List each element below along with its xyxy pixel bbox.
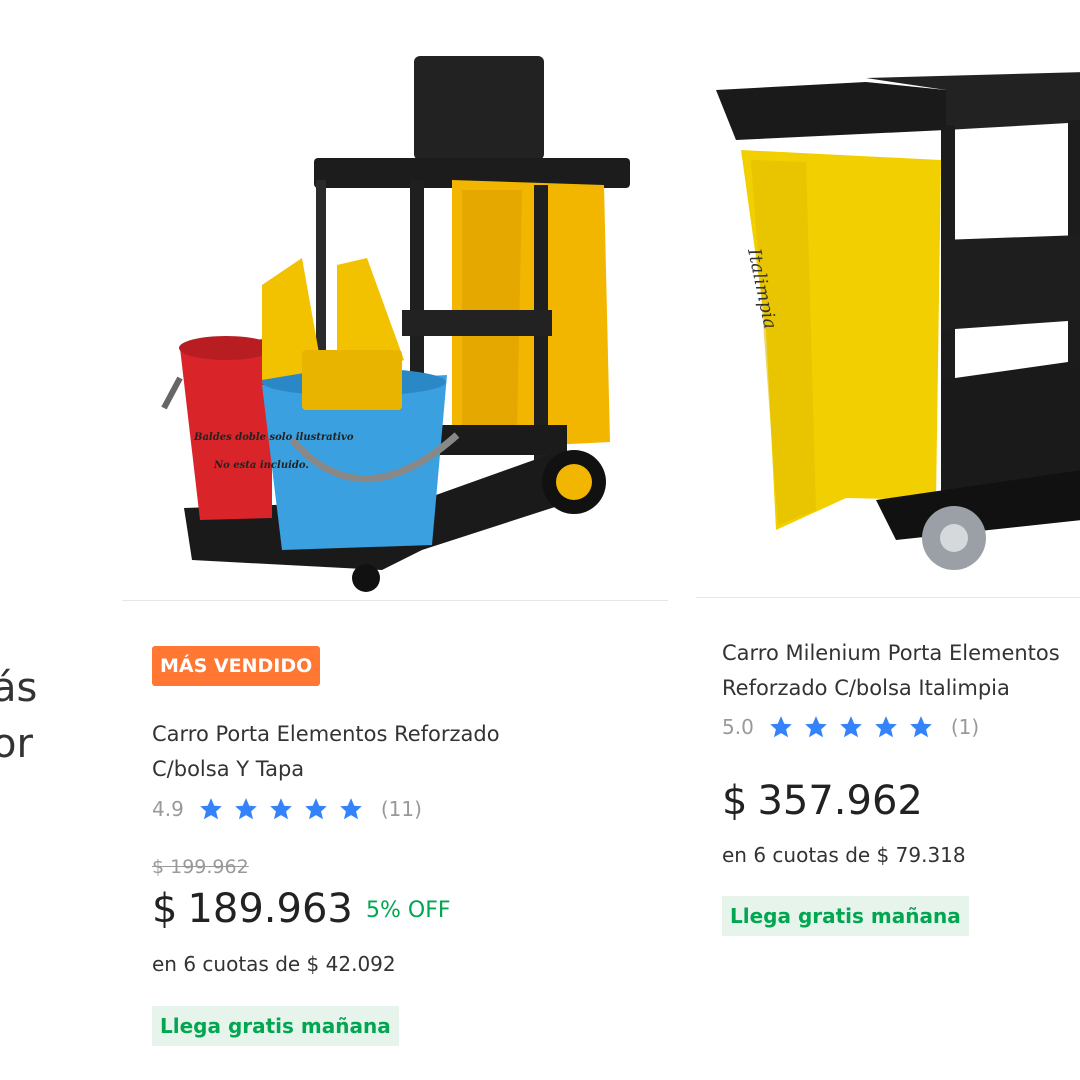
product-card[interactable]: Baldes doble solo ilustrativo No esta in… (122, 0, 668, 1080)
installments-text: en 6 cuotas de $ 79.318 (722, 843, 966, 867)
partial-text-line: ás (0, 665, 38, 711)
review-count: (1) (950, 715, 980, 739)
rating-score: 5.0 (722, 715, 754, 739)
review-count: (11) (380, 797, 422, 821)
partial-text-line: or (0, 721, 33, 767)
product-title-line: Carro Porta Elementos Reforzado (152, 722, 500, 746)
star-icon (804, 716, 827, 738)
star-icon (839, 716, 862, 738)
product-title-line: Reforzado C/bolsa Italimpia (722, 676, 1010, 700)
rating: 5.0 (1) (722, 714, 979, 740)
product-title-line: C/bolsa Y Tapa (152, 757, 305, 781)
installments-text: en 6 cuotas de $ 42.092 (152, 952, 396, 976)
product-title-line: Carro Milenium Porta Elementos (722, 641, 1060, 665)
price: $ 189.963 (152, 886, 353, 932)
price: $ 357.962 (722, 778, 923, 824)
rating-stars (198, 796, 373, 822)
partial-left-text: ás or (0, 660, 37, 772)
currency-symbol: $ (152, 886, 178, 932)
rating-score: 4.9 (152, 797, 184, 821)
price-amount: 189.963 (187, 886, 353, 932)
star-icon (269, 798, 292, 820)
product-title-link[interactable]: Carro Porta Elementos Reforzado C/bolsa … (152, 717, 652, 787)
free-shipping-badge: Llega gratis mañana (152, 1006, 399, 1046)
star-icon (199, 798, 222, 820)
currency-symbol: $ (722, 778, 748, 824)
best-seller-badge: MÁS VENDIDO (152, 646, 321, 686)
divider (696, 597, 1080, 598)
star-icon (339, 798, 362, 820)
product-title-link[interactable]: Carro Milenium Porta Elementos Reforzado… (722, 636, 1080, 706)
star-icon (234, 798, 257, 820)
star-icon (874, 716, 897, 738)
discount-label: 5% OFF (366, 898, 451, 923)
free-shipping-badge: Llega gratis mañana (722, 896, 969, 936)
star-icon (909, 716, 932, 738)
product-card[interactable]: Italimpia Carro Milenium Porta Elementos… (696, 0, 1080, 1080)
product-image[interactable]: Italimpia (696, 30, 1080, 600)
star-icon (769, 716, 792, 738)
divider (122, 600, 668, 601)
price-amount: 357.962 (757, 778, 923, 824)
image-overlay-text: Baldes doble solo ilustrativo (193, 432, 354, 443)
original-price: $ 199.962 (152, 856, 249, 878)
star-icon (304, 798, 327, 820)
product-image[interactable]: Baldes doble solo ilustrativo No esta in… (122, 30, 668, 600)
rating: 4.9 (11) (152, 796, 422, 822)
image-overlay-text: No esta incluido. (213, 460, 309, 471)
rating-stars (768, 714, 943, 740)
